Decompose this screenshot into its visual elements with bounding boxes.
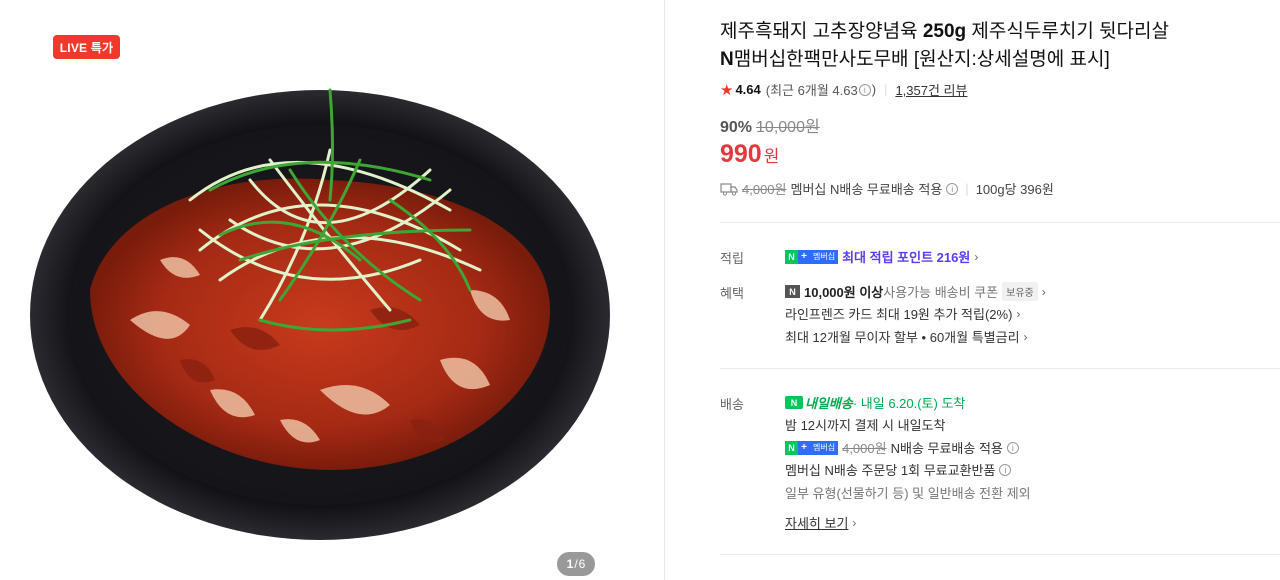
section-divider xyxy=(720,222,1280,223)
old-shipping-fee: 4,000원 xyxy=(742,182,787,197)
product-photo[interactable] xyxy=(30,60,620,570)
member-shipping-row: N + 멤버십 4,000원 N배송 무료배송 적용 i xyxy=(785,438,1019,457)
info-icon[interactable]: i xyxy=(1006,441,1019,454)
member-shipping-text: N배송 무료배송 적용 xyxy=(890,441,1003,456)
installment-text: 최대 12개월 무이자 할부 • 60개월 특별금리 xyxy=(785,330,1020,345)
more-details-link[interactable]: 자세히 보기 xyxy=(785,513,848,532)
separator: | xyxy=(884,82,888,97)
review-count-link[interactable]: 1,357건 리뷰 xyxy=(895,80,967,99)
original-price: 10,000원 xyxy=(756,119,820,136)
tomorrow-delivery-icon: N xyxy=(785,396,803,409)
sale-price: 990 xyxy=(720,140,762,168)
section-divider xyxy=(720,554,1280,555)
badge-plus: + xyxy=(798,440,810,455)
product-title: 제주흑돼지 고추장양념육 250g 제주식두루치기 뒷다리살 N맴버십한팩만사도… xyxy=(720,18,1240,74)
separator: | xyxy=(965,181,969,196)
live-deal-badge: LIVE 특가 xyxy=(53,35,120,59)
chevron-right-icon: › xyxy=(852,515,857,530)
pager-current: 1 xyxy=(566,557,574,571)
panel-divider xyxy=(664,0,665,580)
discount-row: 90% 10,000원 xyxy=(720,113,820,137)
title-part-2: 제주식두루치기 뒷다리살 xyxy=(966,21,1169,42)
chevron-right-icon: › xyxy=(1016,306,1021,321)
rating-row: ★ 4.64 (최근 6개월 4.63 i ) | 1,357건 리뷰 xyxy=(720,80,967,99)
max-points-text: 최대 적립 포인트 216원 xyxy=(842,250,971,265)
deadline-text: 밤 12시까지 결제 시 내일도착 xyxy=(785,418,946,433)
info-icon[interactable]: i xyxy=(858,83,871,96)
exclude-row: 일부 유형(선물하기 등) 및 일반배송 전환 제외 xyxy=(785,483,1031,502)
rating-recent: (최근 6개월 4.63 xyxy=(765,83,858,98)
badge-n: N xyxy=(785,440,798,455)
installment-row[interactable]: 최대 12개월 무이자 할부 • 60개월 특별금리 › xyxy=(785,327,1028,346)
product-info-panel: 제주흑돼지 고추장양념육 250g 제주식두루치기 뒷다리살 N맴버십한팩만사도… xyxy=(720,0,1280,580)
sale-currency: 원 xyxy=(763,147,780,166)
star-icon: ★ xyxy=(720,81,734,99)
title-part-3: 맴버십한팩만사도무배 [원산지:상세설명에 표시] xyxy=(733,49,1110,70)
title-part-1: 제주흑돼지 고추장양념육 xyxy=(720,21,923,42)
badge-membership: 멤버십 xyxy=(810,249,839,264)
coupon-n-icon: N xyxy=(785,285,800,298)
sale-price-row: 990 원 xyxy=(720,140,779,169)
tomorrow-delivery-row: N 내일배송 · 내일 6.20.(토) 도착 xyxy=(785,393,965,412)
card-row[interactable]: 라인프렌즈 카드 최대 19원 추가 적립(2%) › xyxy=(785,304,1020,323)
coupon-owned-tag: 보유중 xyxy=(1002,282,1038,301)
chevron-right-icon: › xyxy=(974,249,979,264)
exclude-text: 일부 유형(선물하기 등) 및 일반배송 전환 제외 xyxy=(785,486,1031,501)
naver-plus-membership-badge: N + 멤버십 xyxy=(785,249,839,264)
card-benefit-text: 라인프렌즈 카드 최대 19원 추가 적립(2%) xyxy=(785,307,1013,322)
shipping-row: 4,000원 멤버십 N배송 무료배송 적용 i | 100g당 396원 xyxy=(720,179,1054,198)
badge-plus: + xyxy=(798,249,810,264)
image-pager: 1/6 xyxy=(557,552,595,576)
title-weight: 250g xyxy=(922,21,967,42)
info-icon[interactable]: i xyxy=(999,463,1012,476)
unit-price: 100g당 396원 xyxy=(975,182,1054,197)
coupon-text: 사용가능 배송비 쿠폰 xyxy=(883,285,999,300)
delivery-label: 배송 xyxy=(720,397,744,412)
tomorrow-delivery-label: 내일배송 xyxy=(805,396,853,411)
chevron-right-icon: › xyxy=(1023,329,1028,344)
member-old-fee: 4,000원 xyxy=(842,441,887,456)
info-icon[interactable]: i xyxy=(946,182,959,195)
badge-membership: 멤버십 xyxy=(810,440,839,455)
title-n: N xyxy=(720,49,734,70)
deadline-row: 밤 12시까지 결제 시 내일도착 xyxy=(785,415,945,434)
rating-score: 4.64 xyxy=(735,82,761,97)
shipping-text: 멤버십 N배송 무료배송 적용 xyxy=(790,182,943,197)
exchange-text: 멤버십 N배송 주문당 1회 무료교환반품 xyxy=(785,463,996,478)
more-details-row[interactable]: 자세히 보기 › xyxy=(785,513,856,532)
points-label: 적립 xyxy=(720,251,744,266)
exchange-row: 멤버십 N배송 주문당 1회 무료교환반품 i xyxy=(785,460,1012,479)
naver-plus-membership-badge: N + 멤버십 xyxy=(785,440,839,455)
section-divider xyxy=(720,368,1280,369)
chevron-right-icon: › xyxy=(1041,284,1046,299)
product-media: LIVE 특가 1/6 xyxy=(0,0,664,580)
truck-icon xyxy=(720,182,738,196)
discount-percent: 90% xyxy=(720,119,753,136)
tomorrow-delivery-date: · 내일 6.20.(토) 도착 xyxy=(852,396,966,411)
coupon-min-amount: 10,000원 이상 xyxy=(804,285,884,300)
pager-separator: / xyxy=(574,557,578,571)
points-row[interactable]: N + 멤버십 최대 적립 포인트 216원 › xyxy=(785,247,978,266)
badge-n: N xyxy=(785,249,798,264)
benefits-label: 혜택 xyxy=(720,286,744,301)
rating-recent-close: ) xyxy=(871,82,877,97)
coupon-row[interactable]: N 10,000원 이상 사용가능 배송비 쿠폰 보유중 › xyxy=(785,282,1046,301)
pager-total: 6 xyxy=(578,557,586,571)
